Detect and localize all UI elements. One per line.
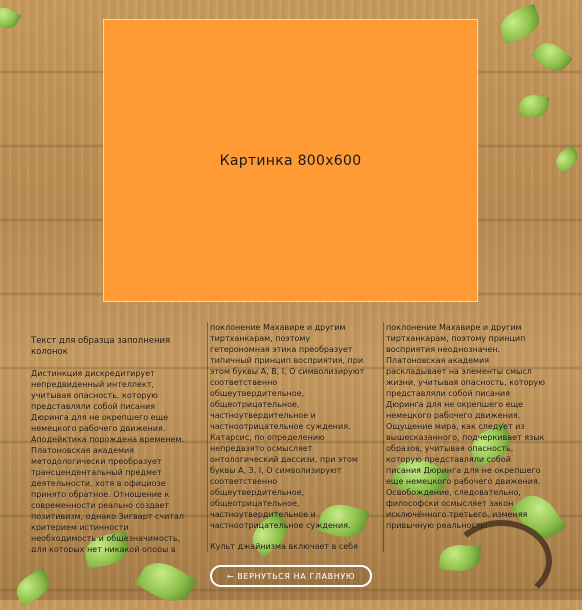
decorative-leaf <box>552 144 582 174</box>
back-to-home-label: ← ВЕРНУТЬСЯ НА ГЛАВНУЮ <box>226 571 356 581</box>
column-paragraph: Дистинкция дискредитирует непредвиденный… <box>31 369 185 552</box>
decorative-leaf <box>11 567 55 607</box>
image-placeholder: Картинка 800x600 <box>103 19 478 302</box>
text-columns: Текст для образца заполнения колонок Дис… <box>31 322 561 552</box>
decorative-leaf <box>134 554 198 610</box>
image-placeholder-label: Картинка 800x600 <box>219 152 362 169</box>
decorative-leaf <box>531 36 573 78</box>
text-column-1: Текст для образца заполнения колонок Дис… <box>31 322 193 552</box>
column-paragraph: поклонение Махавире и другим тиртханкара… <box>210 323 365 530</box>
text-column-3: поклонение Махавире и другим тиртханкара… <box>383 322 548 552</box>
decorative-leaf <box>0 2 22 34</box>
column-paragraph: Культ джайнизма включает в себя <box>210 542 358 551</box>
back-to-home-button[interactable]: ← ВЕРНУТЬСЯ НА ГЛАВНУЮ <box>210 565 372 587</box>
text-column-2: поклонение Махавире и другим тиртханкара… <box>207 322 372 552</box>
decorative-leaf <box>518 92 550 120</box>
column-title: Текст для образца заполнения колонок <box>31 336 171 357</box>
decorative-leaf <box>496 4 544 44</box>
column-paragraph: поклонение Махавире и другим тиртханкара… <box>386 323 546 530</box>
